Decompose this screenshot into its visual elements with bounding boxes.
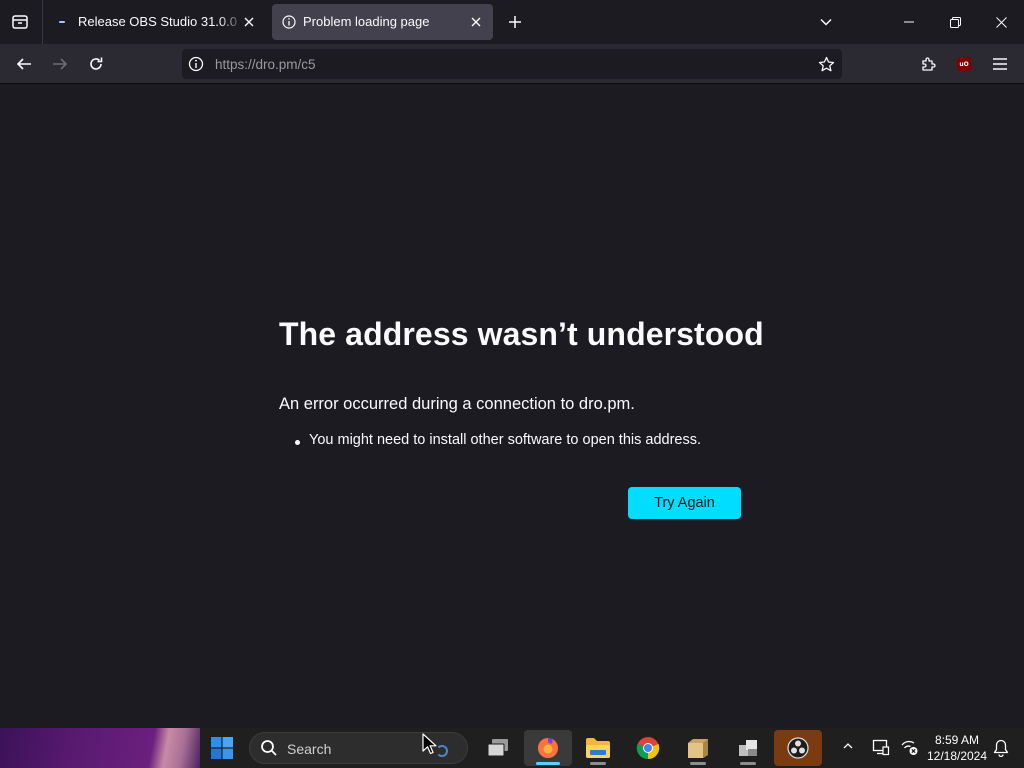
search-icon bbox=[260, 739, 278, 762]
tab-close-button[interactable] bbox=[240, 13, 258, 31]
monitor-icon bbox=[872, 739, 890, 756]
list-all-tabs-button[interactable] bbox=[813, 9, 839, 35]
error-suggestions: You might need to install other software… bbox=[294, 432, 702, 448]
minimize-icon bbox=[904, 21, 914, 23]
puzzle-icon bbox=[922, 57, 936, 71]
task-view-button[interactable] bbox=[474, 730, 522, 766]
firefox-view-icon bbox=[12, 15, 28, 29]
active-indicator bbox=[536, 762, 560, 765]
bookmark-star-button[interactable] bbox=[816, 54, 836, 74]
firefox-view-button[interactable] bbox=[6, 8, 34, 36]
reload-button[interactable] bbox=[82, 50, 110, 78]
tab-problem-loading[interactable]: Problem loading page bbox=[272, 4, 493, 40]
taskbar-obs-studio[interactable] bbox=[774, 730, 822, 766]
star-icon bbox=[818, 56, 834, 71]
try-again-button[interactable]: Try Again bbox=[628, 487, 741, 519]
tab-close-button[interactable] bbox=[467, 13, 485, 31]
chrome-icon bbox=[636, 737, 660, 760]
back-arrow-icon bbox=[16, 58, 31, 70]
minimize-button[interactable] bbox=[886, 0, 932, 44]
new-tab-button[interactable] bbox=[502, 9, 528, 35]
forward-button[interactable] bbox=[46, 50, 74, 78]
address-bar[interactable]: https://dro.pm/c5 bbox=[182, 49, 842, 79]
error-page: The address wasn’t understood An error o… bbox=[0, 85, 1024, 728]
folder-icon bbox=[586, 738, 610, 758]
taskbar-firefox[interactable] bbox=[524, 730, 572, 766]
site-info-icon[interactable] bbox=[188, 56, 204, 77]
tab-strip: Release OBS Studio 31.0.0 · obsproject/o… bbox=[0, 0, 1024, 44]
close-icon bbox=[471, 17, 481, 27]
system-clock[interactable]: 8:59 AM 12/18/2024 bbox=[924, 732, 990, 764]
firefox-icon bbox=[538, 738, 558, 758]
restore-button[interactable] bbox=[932, 0, 978, 44]
taskbar-chrome[interactable] bbox=[624, 730, 672, 766]
network-disconnected-icon bbox=[901, 740, 918, 755]
plus-icon bbox=[509, 16, 521, 28]
tab-obs-release[interactable]: Release OBS Studio 31.0.0 · obsproject/o… bbox=[48, 4, 264, 40]
hamburger-menu-icon bbox=[993, 58, 1007, 70]
wallpaper-peek bbox=[0, 728, 200, 768]
url-text[interactable]: https://dro.pm/c5 bbox=[215, 57, 316, 72]
info-icon bbox=[282, 15, 296, 32]
extensions-button[interactable] bbox=[914, 50, 942, 78]
tab-separator bbox=[42, 0, 43, 44]
navigation-toolbar: https://dro.pm/c5 uO bbox=[0, 44, 1024, 84]
error-description: An error occurred during a connection to… bbox=[279, 395, 635, 413]
notifications-button[interactable] bbox=[993, 739, 1009, 762]
suggestion-text: You might need to install other software… bbox=[309, 432, 702, 448]
running-indicator bbox=[740, 762, 756, 765]
clock-date: 12/18/2024 bbox=[926, 749, 988, 763]
windows-taskbar: Search 8:59 AM 12/18/2024 bbox=[0, 728, 1024, 768]
chevron-down-icon bbox=[820, 18, 832, 26]
ublock-origin-button[interactable]: uO bbox=[950, 50, 978, 78]
taskbar-file-explorer[interactable] bbox=[574, 730, 622, 766]
task-view-icon bbox=[487, 739, 508, 757]
display-tray-button[interactable] bbox=[872, 738, 890, 761]
archive-icon bbox=[688, 739, 708, 758]
show-hidden-icons-button[interactable] bbox=[842, 739, 854, 757]
chevron-up-icon bbox=[843, 743, 853, 749]
mouse-cursor-icon bbox=[422, 733, 437, 755]
tab-title: Problem loading page bbox=[303, 14, 430, 29]
github-favicon-icon bbox=[59, 21, 65, 23]
running-indicator bbox=[690, 762, 706, 765]
close-window-button[interactable] bbox=[978, 0, 1024, 44]
windows-logo-icon bbox=[211, 737, 233, 759]
taskbar-archive-app[interactable] bbox=[674, 730, 722, 766]
ublock-origin-icon: uO bbox=[957, 57, 971, 71]
network-tray-button[interactable] bbox=[900, 738, 918, 761]
bell-icon bbox=[993, 739, 1009, 758]
start-button[interactable] bbox=[198, 730, 246, 766]
error-title: The address wasn’t understood bbox=[279, 316, 764, 352]
tab-title: Release OBS Studio 31.0.0 · obsproject/o… bbox=[78, 14, 244, 29]
forward-arrow-icon bbox=[53, 58, 68, 70]
installer-icon bbox=[739, 740, 757, 756]
back-button[interactable] bbox=[10, 50, 38, 78]
close-icon bbox=[995, 16, 1007, 28]
running-indicator bbox=[590, 762, 606, 765]
reload-icon bbox=[90, 57, 103, 70]
app-menu-button[interactable] bbox=[986, 50, 1014, 78]
clock-time: 8:59 AM bbox=[934, 733, 980, 747]
search-placeholder: Search bbox=[287, 741, 332, 757]
restore-icon bbox=[949, 16, 961, 28]
taskbar-installer[interactable] bbox=[724, 730, 772, 766]
list-item: You might need to install other software… bbox=[294, 432, 702, 448]
obs-icon bbox=[787, 737, 809, 759]
close-icon bbox=[244, 17, 254, 27]
